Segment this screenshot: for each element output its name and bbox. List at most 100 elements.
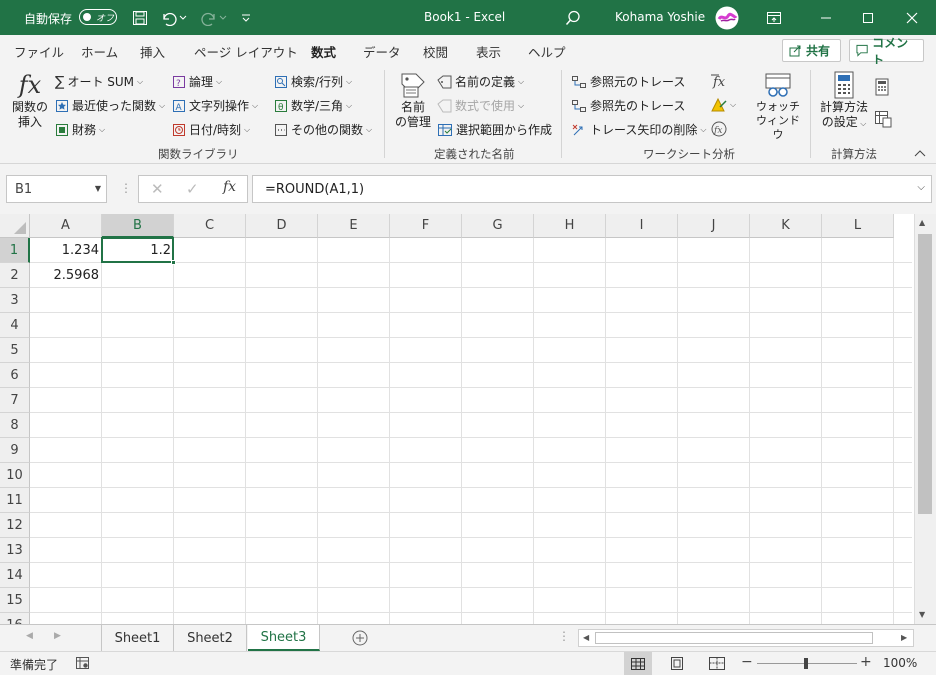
minimize-icon[interactable]	[808, 0, 844, 35]
insert-function-button[interactable]: fx 関数の 挿入	[10, 70, 50, 140]
insert-function-icon[interactable]: fx	[223, 179, 236, 195]
logical-icon: ?	[173, 75, 185, 89]
group-label-formula-auditing: ワークシート分析	[643, 147, 735, 161]
calculation-options-button[interactable]: 計算方法 の設定 ⌵	[818, 70, 870, 140]
tab-help[interactable]: ヘルプ	[528, 42, 566, 61]
financial-icon	[56, 123, 68, 136]
fill-handle[interactable]	[171, 260, 176, 265]
recently-used-button[interactable]: 最近使った関数 ⌵	[55, 97, 165, 114]
expand-formula-bar-icon[interactable]: ⌵	[917, 182, 925, 193]
autosave-label: 自動保存	[24, 12, 73, 26]
tab-formulas[interactable]: 数式	[311, 42, 337, 67]
calculate-now-icon[interactable]	[874, 78, 890, 96]
tag-icon	[437, 75, 452, 88]
tab-page-layout[interactable]: ページ レイアウト	[194, 42, 298, 61]
horizontal-scrollbar[interactable]: ◀ ▶	[578, 629, 914, 647]
show-formulas-icon[interactable]: fx	[710, 73, 728, 89]
page-break-preview-icon[interactable]	[709, 657, 725, 670]
tab-insert[interactable]: 挿入	[140, 42, 165, 61]
tab-file[interactable]: ファイル	[14, 42, 64, 61]
sheet-tab-sheet3[interactable]: Sheet3	[248, 625, 320, 651]
calculate-sheet-icon[interactable]	[874, 110, 892, 128]
share-button[interactable]: 共有	[782, 39, 841, 62]
svg-text:fx: fx	[713, 126, 722, 136]
normal-view-icon[interactable]	[624, 652, 652, 675]
evaluate-formula-icon[interactable]: fx	[710, 121, 728, 137]
comments-button[interactable]: コメント	[849, 36, 924, 67]
trace-precedents-button[interactable]: 参照元のトレース	[571, 73, 685, 90]
cell-a1[interactable]: 1.234	[30, 238, 102, 263]
datetime-button[interactable]: 日付/時刻 ⌵	[172, 121, 250, 138]
lookup-button[interactable]: 検索/行列 ⌵	[274, 73, 352, 90]
text-functions-button[interactable]: A 文字列操作 ⌵	[172, 97, 258, 114]
horizontal-scroll-thumb[interactable]	[595, 632, 873, 644]
math-button[interactable]: θ 数学/三角 ⌵	[274, 97, 352, 114]
next-sheet-icon[interactable]: ▶	[54, 631, 61, 641]
new-sheet-icon[interactable]	[352, 630, 368, 646]
watch-window-button[interactable]: ウォッチ ウィンドウ	[756, 70, 800, 141]
vertical-scroll-thumb[interactable]	[918, 234, 932, 514]
scroll-up-icon[interactable]: ▲	[919, 218, 925, 227]
ribbon-tabs: ファイル ホーム 挿入 ページ レイアウト 数式 データ 校閲 表示 ヘルプ 共…	[0, 35, 936, 67]
error-checking-button[interactable]: ⌵	[710, 97, 736, 113]
tab-home[interactable]: ホーム	[81, 42, 118, 61]
zoom-level[interactable]: 100%	[883, 656, 917, 670]
sheet-tab-bar: ◀ ▶ Sheet1 Sheet2 Sheet3 ⋮ ◀ ▶	[0, 624, 936, 651]
tab-data[interactable]: データ	[363, 42, 401, 61]
autosum-button[interactable]: ∑ オート SUM ⌵	[55, 73, 143, 90]
tab-review[interactable]: 校閲	[423, 42, 448, 61]
name-box-dropdown-icon[interactable]: ▼	[95, 184, 101, 193]
vertical-scrollbar[interactable]: ▲ ▼	[914, 214, 936, 624]
name-box[interactable]: B1 ▼	[6, 175, 107, 203]
remove-arrows-button[interactable]: トレース矢印の削除 ⌵	[571, 121, 706, 138]
zoom-out-icon[interactable]: −	[741, 654, 753, 670]
enter-icon[interactable]: ✓	[186, 180, 199, 198]
formula-bar-grip-icon: ⋮	[120, 181, 132, 195]
page-layout-view-icon[interactable]	[670, 657, 684, 670]
svg-text:θ: θ	[278, 103, 284, 113]
sheet-tab-sheet1[interactable]: Sheet1	[101, 625, 174, 651]
close-icon[interactable]	[894, 0, 930, 35]
customize-qat-icon[interactable]	[238, 0, 254, 35]
macro-record-icon[interactable]	[76, 657, 90, 670]
trace-dependents-button[interactable]: 参照先のトレース	[571, 97, 685, 114]
insert-function-label-1: 関数の	[11, 100, 48, 114]
create-from-selection-icon	[438, 123, 452, 136]
scroll-down-icon[interactable]: ▼	[919, 610, 925, 619]
scroll-left-icon[interactable]: ◀	[583, 633, 589, 642]
trace-dependents-icon	[572, 99, 586, 112]
logical-button[interactable]: ? 論理 ⌵	[172, 73, 222, 90]
search-icon[interactable]	[562, 0, 584, 35]
autosave-toggle[interactable]: オフ	[79, 9, 117, 25]
financial-button[interactable]: 財務 ⌵	[55, 121, 105, 138]
collapse-ribbon-icon[interactable]	[914, 148, 926, 158]
group-label-calculation: 計算方法	[831, 147, 877, 161]
maximize-icon[interactable]	[850, 0, 886, 35]
zoom-in-icon[interactable]: +	[860, 654, 872, 670]
error-checking-icon	[711, 97, 727, 112]
cell-a2[interactable]: 2.5968	[30, 263, 102, 288]
worksheet-grid[interactable]: ABCDEFGHIJKL 12345678910111213141516 1.2…	[0, 214, 936, 638]
ribbon-display-options-icon[interactable]	[760, 0, 788, 35]
status-ready: 準備完了	[10, 658, 59, 672]
sheet-tab-sheet2[interactable]: Sheet2	[174, 625, 247, 651]
tab-split-grip-icon[interactable]: ⋮	[558, 629, 570, 643]
share-label: 共有	[806, 44, 831, 58]
undo-icon[interactable]	[158, 0, 190, 35]
scroll-right-icon[interactable]: ▶	[901, 633, 907, 642]
user-avatar[interactable]	[714, 0, 740, 35]
formula-input[interactable]: =ROUND(A1,1) ⌵	[252, 175, 932, 203]
star-book-icon	[56, 99, 68, 112]
save-icon[interactable]	[130, 0, 150, 35]
name-manager-icon	[401, 73, 425, 98]
gridlines	[30, 238, 912, 624]
cancel-icon[interactable]: ✕	[151, 180, 164, 198]
tab-view[interactable]: 表示	[476, 42, 501, 61]
more-functions-button[interactable]: その他の関数 ⌵	[274, 121, 372, 138]
prev-sheet-icon[interactable]: ◀	[26, 631, 33, 641]
define-name-button[interactable]: 名前の定義 ⌵	[437, 73, 524, 90]
name-manager-button[interactable]: 名前 の管理	[393, 70, 433, 140]
comments-label: コメント	[872, 35, 909, 67]
create-from-selection-button[interactable]: 選択範囲から作成	[437, 121, 552, 138]
zoom-slider-thumb[interactable]	[804, 658, 808, 669]
